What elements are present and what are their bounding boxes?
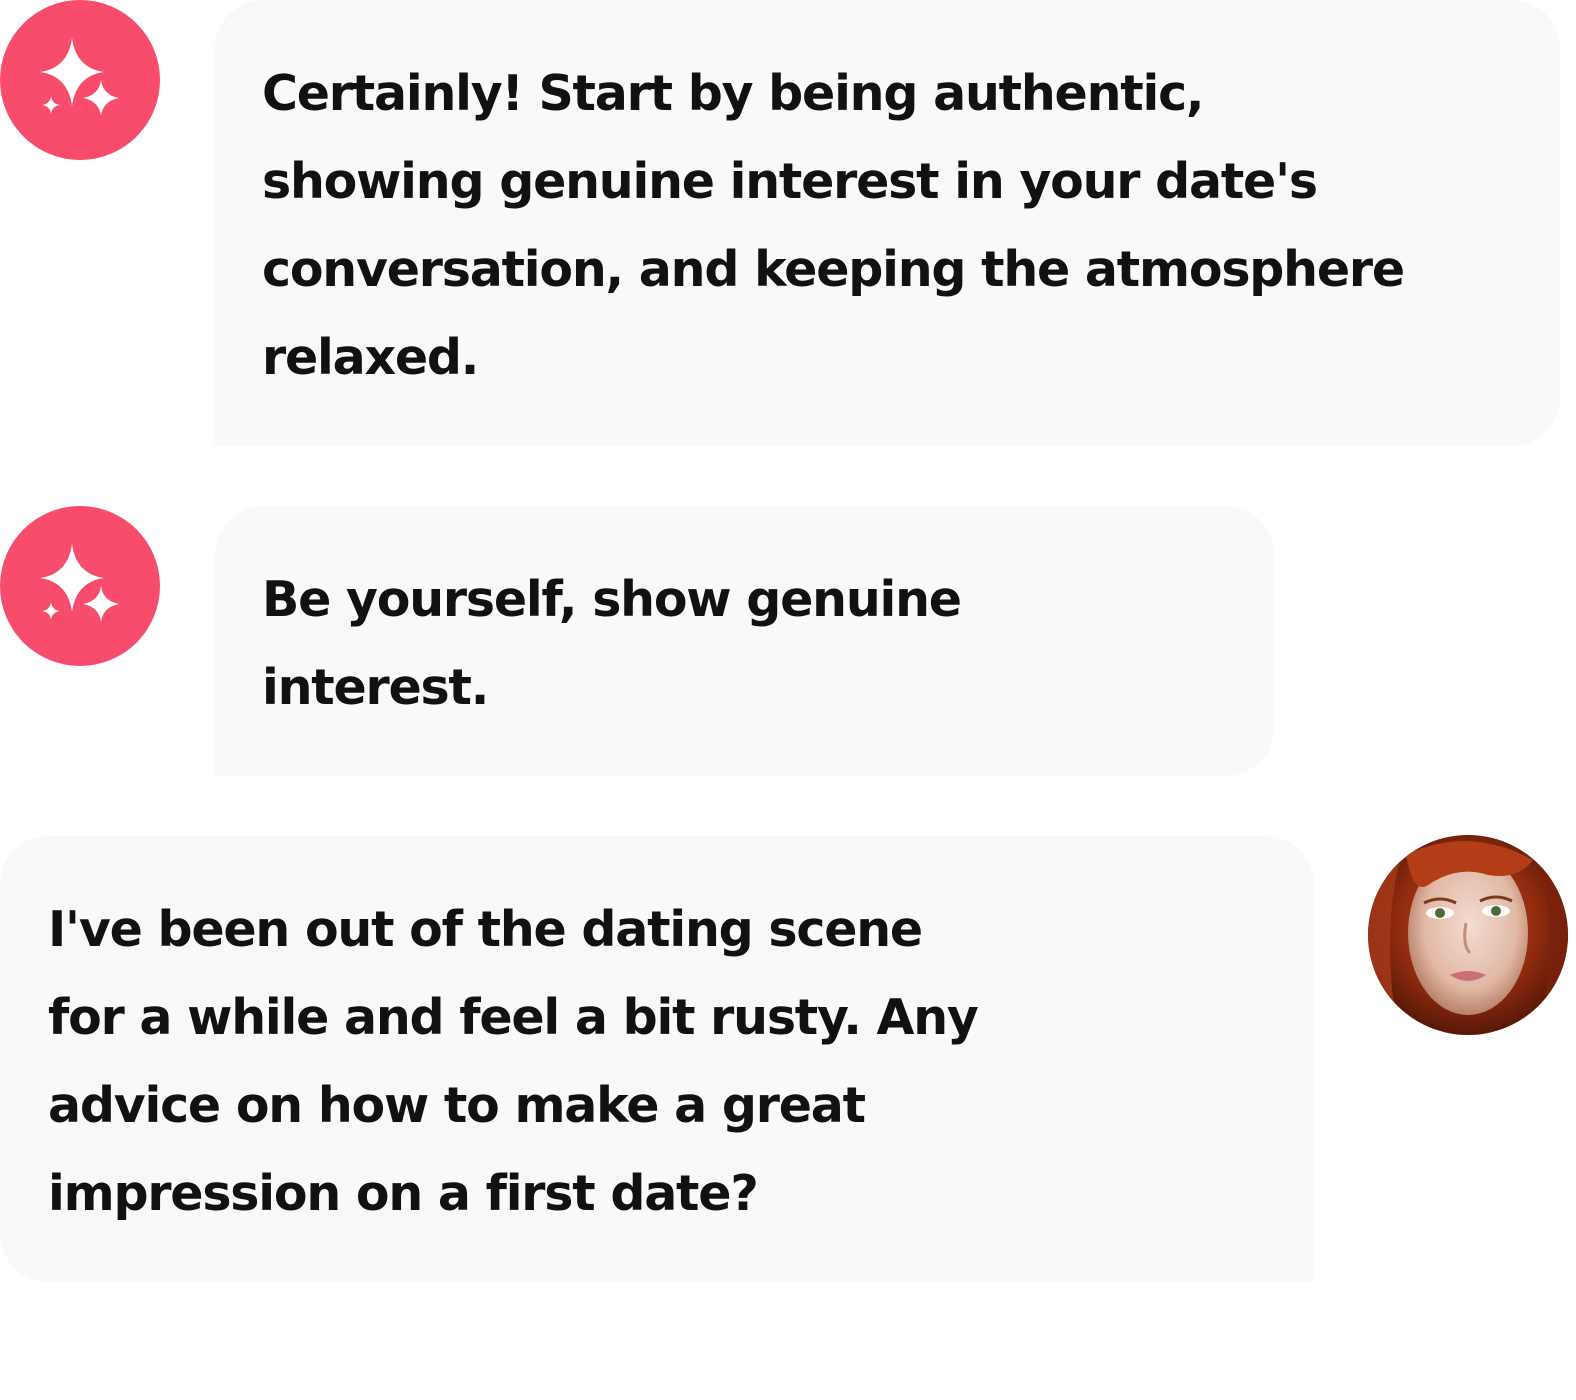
- assistant-message-bubble: Be yourself, show genuine interest.: [215, 506, 1274, 776]
- message-text: I've been out of the dating scene for a …: [48, 901, 979, 1222]
- assistant-avatar: [0, 0, 160, 160]
- assistant-avatar: [0, 506, 160, 666]
- message-text: Be yourself, show genuine interest.: [262, 571, 962, 716]
- sparkle-icon: [40, 544, 119, 622]
- user-avatar: [1368, 835, 1568, 1035]
- sparkle-icon: [40, 38, 119, 116]
- assistant-message-bubble: Certainly! Start by being authentic, sho…: [215, 0, 1560, 446]
- user-message-bubble: I've been out of the dating scene for a …: [0, 836, 1314, 1282]
- user-photo: [1368, 835, 1568, 1035]
- message-text: Certainly! Start by being authentic, sho…: [262, 65, 1405, 386]
